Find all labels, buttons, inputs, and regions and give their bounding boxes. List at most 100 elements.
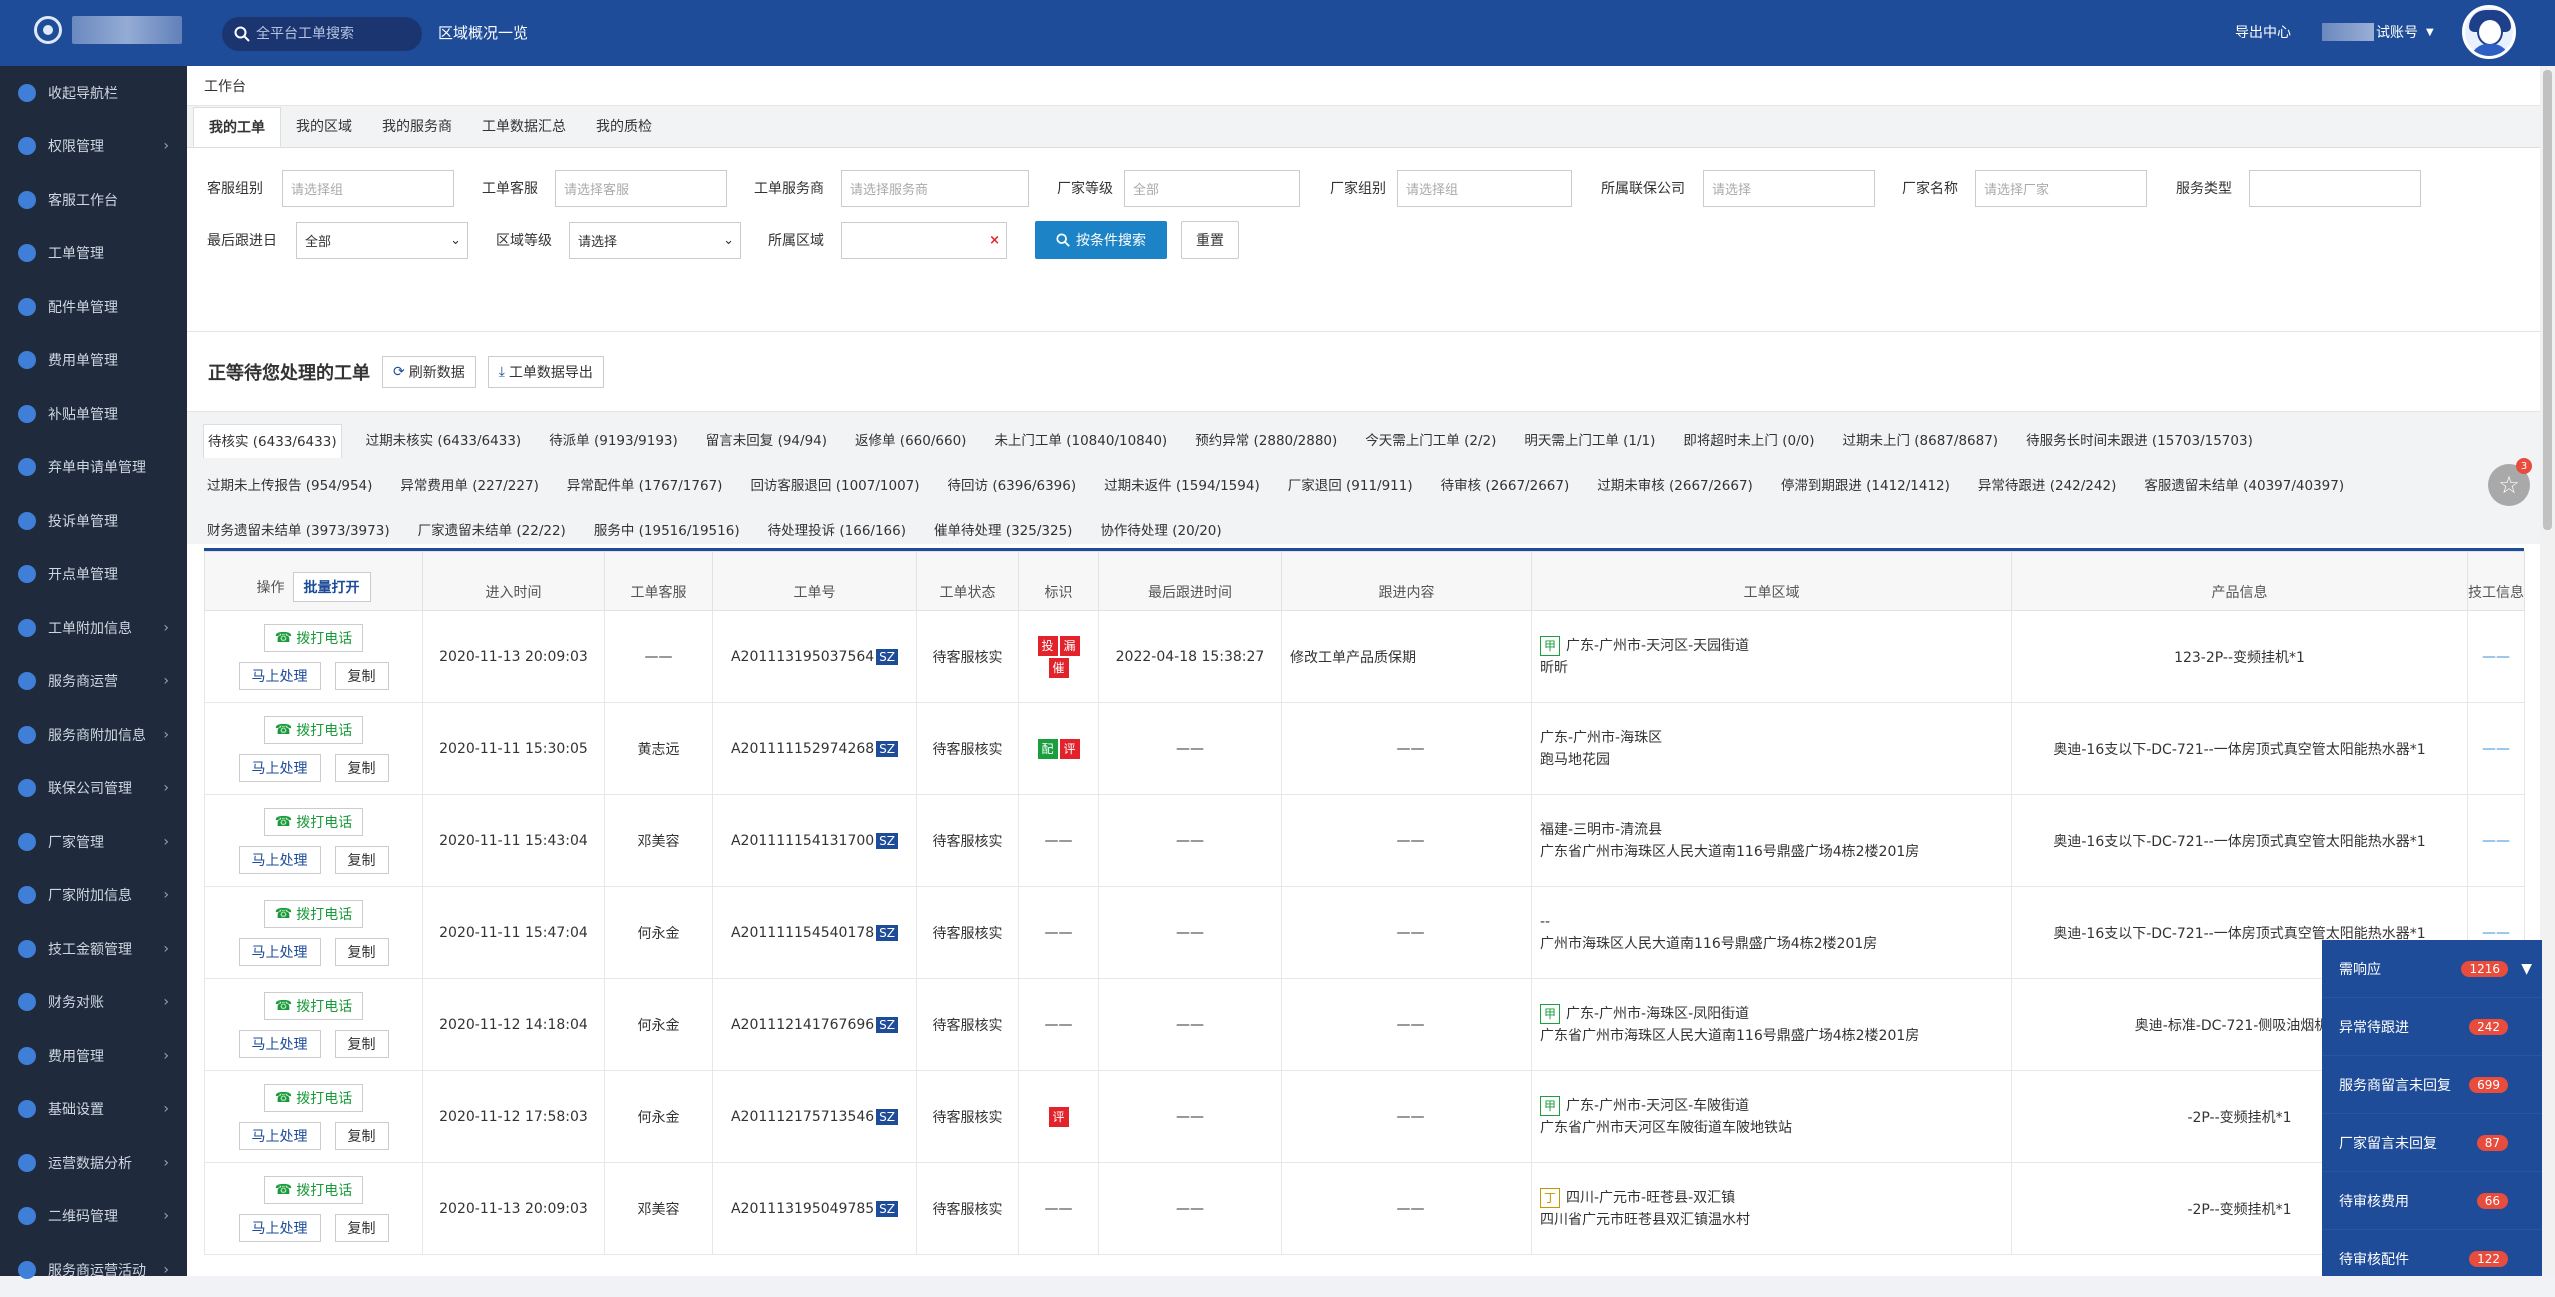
status-filter-tab[interactable]: 待派单 (9193/9193) xyxy=(545,424,682,458)
status-filter-tab[interactable]: 返修单 (660/660) xyxy=(851,424,970,458)
status-filter-tab[interactable]: 催单待处理 (325/325) xyxy=(930,514,1076,548)
sidebar-item[interactable]: 费用管理 › xyxy=(0,1029,187,1083)
account-menu[interactable]: 试账号 ▼ xyxy=(2322,22,2434,42)
factory-group-select[interactable]: 请选择组 xyxy=(1397,169,1572,207)
export-center-link[interactable]: 导出中心 xyxy=(2235,22,2291,42)
copy-button[interactable]: 复制 xyxy=(334,1029,389,1058)
sidebar-item[interactable]: 厂家附加信息 › xyxy=(0,869,187,923)
status-filter-tab[interactable]: 过期未核实 (6433/6433) xyxy=(362,424,526,458)
region-overview-link[interactable]: 区域概况一览 xyxy=(438,22,528,43)
sidebar-item[interactable]: 工单附加信息 › xyxy=(0,601,187,655)
global-search-input[interactable] xyxy=(256,26,406,42)
region-select[interactable]: × xyxy=(841,221,1007,259)
call-button[interactable]: ☎ 拨打电话 xyxy=(263,899,364,928)
status-filter-tab[interactable]: 待核实 (6433/6433) xyxy=(203,423,342,458)
call-button[interactable]: ☎ 拨打电话 xyxy=(263,1083,364,1112)
quick-alert-item[interactable]: 需响应 1216 ▼ xyxy=(2322,940,2542,998)
status-filter-tab[interactable]: 未上门工单 (10840/10840) xyxy=(990,424,1171,458)
call-button[interactable]: ☎ 拨打电话 xyxy=(263,623,364,652)
sidebar-item[interactable]: 二维码管理 › xyxy=(0,1190,187,1244)
sidebar-item[interactable]: 财务对账 › xyxy=(0,976,187,1030)
order-no[interactable]: A201113195049785 xyxy=(731,1201,874,1217)
factory-name-select[interactable]: 请选择厂家 xyxy=(1975,169,2147,207)
sidebar-item[interactable]: 权限管理 › xyxy=(0,120,187,174)
handle-now-button[interactable]: 马上处理 xyxy=(238,1213,321,1242)
status-filter-tab[interactable]: 异常待跟进 (242/242) xyxy=(1974,469,2120,503)
handle-now-button[interactable]: 马上处理 xyxy=(238,753,321,782)
order-no[interactable]: A201113195037564 xyxy=(731,649,874,665)
status-filter-tab[interactable]: 财务遗留未结单 (3973/3973) xyxy=(203,514,394,548)
status-filter-tab[interactable]: 明天需上门工单 (1/1) xyxy=(1520,424,1659,458)
copy-button[interactable]: 复制 xyxy=(334,937,389,966)
sidebar-item[interactable]: 开点单管理 xyxy=(0,548,187,602)
refresh-button[interactable]: ⟳ 刷新数据 xyxy=(382,355,476,388)
sidebar-item[interactable]: 基础设置 › xyxy=(0,1083,187,1137)
global-search[interactable] xyxy=(222,17,422,51)
handle-now-button[interactable]: 马上处理 xyxy=(238,845,321,874)
sidebar-item[interactable]: 客服工作台 xyxy=(0,173,187,227)
order-no-cell[interactable]: A201111152974268 SZ xyxy=(712,702,917,795)
order-no-cell[interactable]: A201111154131700 SZ xyxy=(712,794,917,887)
status-filter-tab[interactable]: 今天需上门工单 (2/2) xyxy=(1361,424,1500,458)
service-type-select[interactable] xyxy=(2249,169,2421,207)
tech-cell[interactable]: —— xyxy=(2467,794,2525,887)
order-no[interactable]: A201111154131700 xyxy=(731,833,874,849)
call-button[interactable]: ☎ 拨打电话 xyxy=(263,715,364,744)
call-button[interactable]: ☎ 拨打电话 xyxy=(263,991,364,1020)
factory-level-select[interactable]: 全部 xyxy=(1124,169,1300,207)
order-no-cell[interactable]: A201112175713546 SZ xyxy=(712,1070,917,1163)
copy-button[interactable]: 复制 xyxy=(334,1213,389,1242)
sidebar-item[interactable]: 补贴单管理 xyxy=(0,387,187,441)
quick-alert-item[interactable]: 服务商留言未回复 699 xyxy=(2322,1056,2542,1114)
order-no[interactable]: A201112141767696 xyxy=(731,1017,874,1033)
copy-button[interactable]: 复制 xyxy=(334,661,389,690)
status-filter-tab[interactable]: 服务中 (19516/19516) xyxy=(590,514,744,548)
quick-alert-item[interactable]: 待审核费用 66 xyxy=(2322,1172,2542,1230)
order-no[interactable]: A201111152974268 xyxy=(731,741,874,757)
status-filter-tab[interactable]: 过期未返件 (1594/1594) xyxy=(1100,469,1264,503)
order-no-cell[interactable]: A201113195049785 SZ xyxy=(712,1162,917,1255)
status-filter-tab[interactable]: 停滞到期跟进 (1412/1412) xyxy=(1777,469,1954,503)
tech-cell[interactable]: —— xyxy=(2467,702,2525,795)
sidebar-item[interactable]: 技工金额管理 › xyxy=(0,922,187,976)
order-no-cell[interactable]: A201113195037564 SZ xyxy=(712,610,917,703)
handle-now-button[interactable]: 马上处理 xyxy=(238,1121,321,1150)
status-filter-tab[interactable]: 预约异常 (2880/2880) xyxy=(1191,424,1341,458)
tab-my-orders[interactable]: 我的工单 xyxy=(193,107,281,147)
avatar[interactable] xyxy=(2462,5,2516,59)
sidebar-item[interactable]: 服务商附加信息 › xyxy=(0,708,187,762)
order-provider-select[interactable]: 请选择服务商 xyxy=(841,169,1029,207)
batch-open-button[interactable]: 批量打开 xyxy=(292,572,371,602)
status-filter-tab[interactable]: 留言未回复 (94/94) xyxy=(702,424,831,458)
status-filter-tab[interactable]: 过期未上门 (8687/8687) xyxy=(1838,424,2002,458)
order-no[interactable]: A201111154540178 xyxy=(731,925,874,941)
handle-now-button[interactable]: 马上处理 xyxy=(238,1029,321,1058)
sidebar-item[interactable]: 收起导航栏 xyxy=(0,66,187,120)
status-filter-tab[interactable]: 过期未审核 (2667/2667) xyxy=(1593,469,1757,503)
status-filter-tab[interactable]: 协作待处理 (20/20) xyxy=(1096,514,1225,548)
search-button[interactable]: 按条件搜索 xyxy=(1035,221,1167,259)
scrollbar-thumb[interactable] xyxy=(2543,70,2552,530)
copy-button[interactable]: 复制 xyxy=(334,1121,389,1150)
export-button[interactable]: ⤓ 工单数据导出 xyxy=(487,355,604,388)
order-kefu-select[interactable]: 请选择客服 xyxy=(555,169,727,207)
tab-my-qc[interactable]: 我的质检 xyxy=(581,107,667,147)
clear-icon[interactable]: × xyxy=(989,233,1000,248)
quick-alert-item[interactable]: 异常待跟进 242 xyxy=(2322,998,2542,1056)
order-no-cell[interactable]: A201112141767696 SZ xyxy=(712,978,917,1071)
favorite-button[interactable]: ☆ 3 xyxy=(2488,458,2532,506)
collapse-icon[interactable]: ▼ xyxy=(2521,961,2532,977)
logo[interactable] xyxy=(34,16,182,44)
status-filter-tab[interactable]: 待审核 (2667/2667) xyxy=(1437,469,1574,503)
page-scrollbar[interactable] xyxy=(2540,66,2555,1276)
call-button[interactable]: ☎ 拨打电话 xyxy=(263,1175,364,1204)
sidebar-item[interactable]: 厂家管理 › xyxy=(0,815,187,869)
quick-alert-item[interactable]: 厂家留言未回复 87 xyxy=(2322,1114,2542,1172)
status-filter-tab[interactable]: 回访客服退回 (1007/1007) xyxy=(746,469,923,503)
warranty-company-select[interactable]: 请选择 xyxy=(1703,169,1875,207)
sidebar-item[interactable]: 工单管理 xyxy=(0,227,187,281)
status-filter-tab[interactable]: 客服遗留未结单 (40397/40397) xyxy=(2140,469,2348,503)
order-no[interactable]: A201112175713546 xyxy=(731,1109,874,1125)
sidebar-item[interactable]: 服务商运营活动 › xyxy=(0,1243,187,1297)
sidebar-item[interactable]: 联保公司管理 › xyxy=(0,762,187,816)
